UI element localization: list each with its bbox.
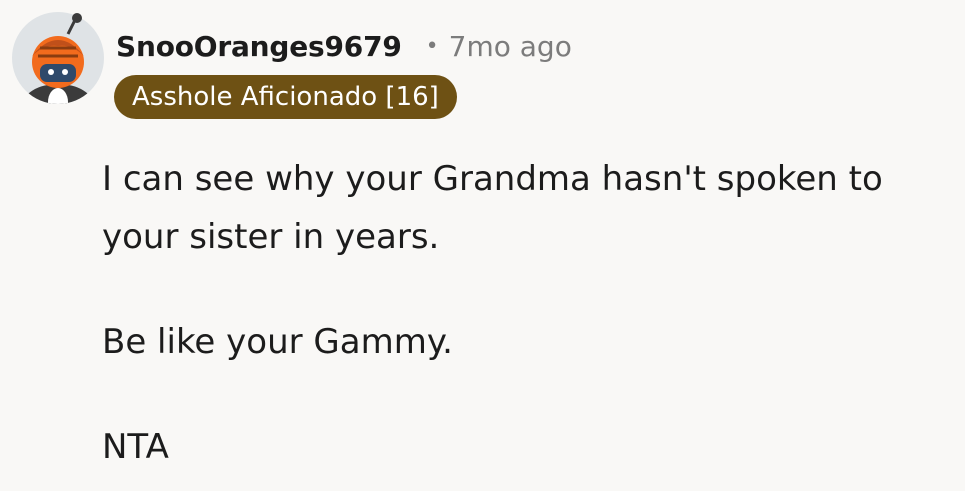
comment-paragraph: NTA: [102, 427, 169, 467]
comment-paragraph: I can see why your Grandma hasn't spoken…: [102, 159, 883, 257]
comment: SnooOranges9679 • 7mo ago Asshole Aficio…: [0, 0, 965, 491]
separator-dot: •: [425, 33, 439, 59]
comment-paragraph: Be like your Gammy.: [102, 322, 453, 362]
comment-body: I can see why your Grandma hasn't spoken…: [102, 150, 960, 476]
timestamp-link[interactable]: 7mo ago: [449, 30, 572, 63]
username-link[interactable]: SnooOranges9679: [116, 30, 402, 63]
snoo-avatar-icon[interactable]: [10, 10, 106, 106]
comment-header: SnooOranges9679 • 7mo ago: [116, 24, 572, 68]
user-flair-badge: Asshole Aficionado [16]: [114, 75, 457, 119]
